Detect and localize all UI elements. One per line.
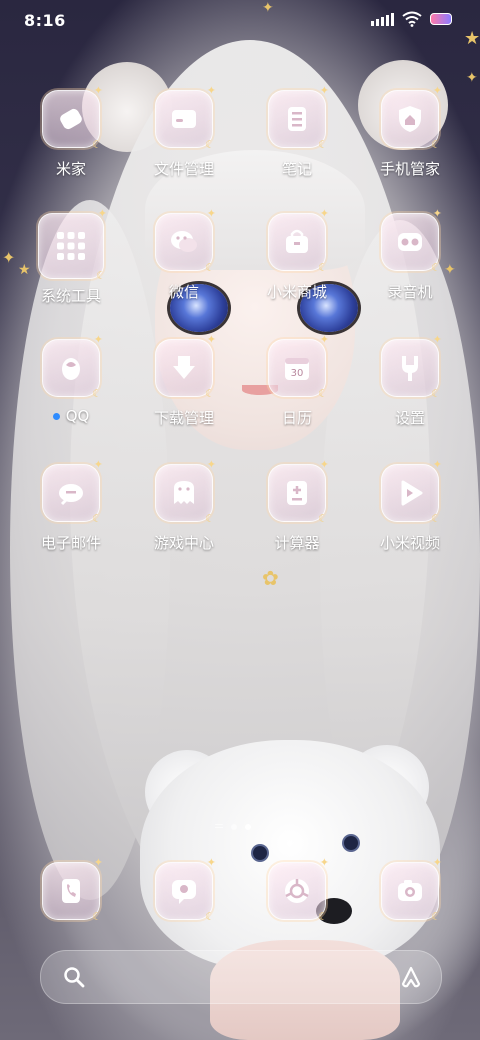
security-shield-icon: [381, 84, 442, 151]
app-label: 米家: [55, 160, 86, 178]
app-game-center[interactable]: 游戏中心: [134, 458, 234, 553]
app-mi-store[interactable]: 小米商城: [247, 207, 347, 302]
app-label: 录音机: [387, 283, 433, 301]
app-mijia[interactable]: 米家: [21, 84, 121, 179]
app-label: 日历: [281, 409, 312, 427]
app-label: 电子邮件: [40, 534, 101, 552]
app-downloads[interactable]: 下载管理: [134, 333, 234, 428]
browser-icon: [268, 856, 329, 923]
page-dot: [231, 824, 237, 830]
app-label: 笔记: [281, 160, 312, 178]
app-label: 微信: [168, 283, 199, 301]
app-label: 下载管理: [153, 409, 214, 427]
system-icons: [371, 11, 452, 27]
dock-camera[interactable]: [360, 856, 460, 923]
calendar-icon: 30: [268, 333, 329, 400]
search-bar[interactable]: [40, 950, 442, 1004]
app-notes[interactable]: 笔记: [247, 84, 347, 179]
page-list-indicator: [215, 824, 223, 830]
app-label: QQ: [21, 407, 121, 425]
shopping-bag-icon: [268, 207, 329, 274]
email-icon: [42, 458, 103, 525]
app-label: 设置: [394, 409, 425, 427]
clock: 8:16: [24, 11, 66, 30]
dock-browser[interactable]: [247, 856, 347, 923]
app-label: 小米视频: [379, 534, 440, 552]
app-email[interactable]: 电子邮件: [21, 458, 121, 553]
folder-icon: [155, 84, 216, 151]
battery-icon: [430, 13, 452, 25]
qq-penguin-icon: [42, 333, 103, 400]
assistant-icon[interactable]: [399, 965, 423, 989]
app-calculator[interactable]: 计算器: [247, 458, 347, 553]
notification-dot: [52, 413, 60, 420]
notes-icon: [268, 84, 329, 151]
system-tools-folder-icon: [38, 207, 107, 282]
mijia-icon: [42, 84, 103, 151]
app-settings[interactable]: 设置: [360, 333, 460, 428]
camera-icon: [381, 856, 442, 923]
app-label: 游戏中心: [153, 534, 214, 552]
page-indicator[interactable]: [215, 824, 251, 830]
app-label: 文件管理: [153, 160, 214, 178]
wechat-icon: [155, 207, 216, 274]
app-wechat[interactable]: 微信: [134, 207, 234, 302]
download-icon: [155, 333, 216, 400]
app-folder-system-tools[interactable]: 系统工具: [21, 207, 121, 306]
cellular-signal-icon: [371, 12, 394, 26]
calculator-icon: [268, 458, 329, 525]
game-center-icon: [155, 458, 216, 525]
app-recorder[interactable]: 录音机: [360, 207, 460, 302]
phone-icon: [42, 856, 103, 923]
app-label: 手机管家: [379, 160, 440, 178]
page-dot-active: [245, 824, 251, 830]
app-security[interactable]: 手机管家: [360, 84, 460, 179]
recorder-icon: [381, 207, 442, 274]
wifi-icon: [402, 11, 422, 27]
dock-phone[interactable]: [21, 856, 121, 923]
status-bar: 8:16: [0, 0, 480, 40]
calendar-day: 30: [291, 368, 304, 379]
app-mi-video[interactable]: 小米视频: [360, 458, 460, 553]
app-qq[interactable]: QQ: [21, 333, 121, 425]
app-label: 系统工具: [40, 287, 101, 305]
app-file-manager[interactable]: 文件管理: [134, 84, 234, 179]
search-icon[interactable]: [63, 966, 85, 988]
app-calendar[interactable]: 30 日历: [247, 333, 347, 428]
messages-icon: [155, 856, 216, 923]
settings-icon: [381, 333, 442, 400]
dock-messages[interactable]: [134, 856, 234, 923]
home-screen: ★ ✦ ✦ ★ ✦ ✦ ✿ 8:16 米家: [0, 0, 480, 1040]
video-play-icon: [381, 458, 442, 525]
app-label: 计算器: [274, 534, 320, 552]
app-label: 小米商城: [266, 283, 327, 301]
